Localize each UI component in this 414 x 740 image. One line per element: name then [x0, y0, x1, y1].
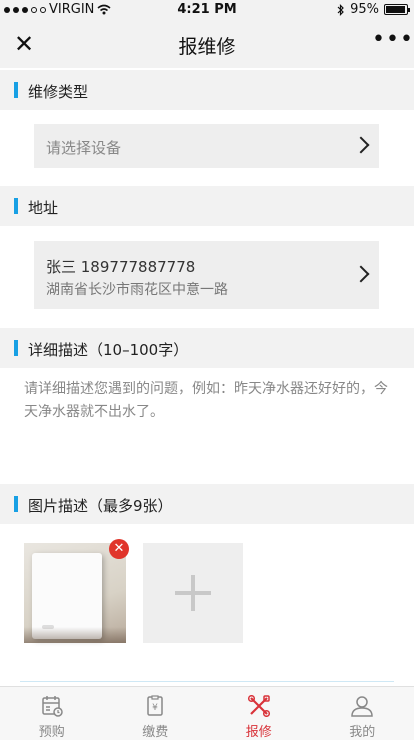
- nav-bar: ✕ 报维修 •••: [0, 20, 414, 68]
- bluetooth-icon: [337, 3, 344, 16]
- tab-label: 预购: [38, 725, 65, 740]
- description-textarea[interactable]: 请详细描述您遇到的问题，例如：昨天净水器还好好的，今天净水器就不出水了。: [24, 378, 394, 424]
- status-right-group: 95%: [337, 2, 410, 17]
- address-select[interactable]: 张三 189777887778 湖南省长沙市雨花区中意一路: [34, 241, 379, 309]
- section-address: 地址: [0, 186, 414, 226]
- device-select[interactable]: 请选择设备: [34, 124, 379, 168]
- status-bar: VIRGIN 4:21 PM 95%: [0, 0, 414, 20]
- svg-text:¥: ¥: [152, 703, 158, 713]
- tab-label: 报修: [245, 725, 272, 740]
- remove-photo-button[interactable]: ✕: [109, 539, 129, 559]
- page-title: 报维修: [178, 36, 236, 58]
- add-photo-button[interactable]: [143, 543, 243, 643]
- address-detail: 湖南省长沙市雨花区中意一路: [46, 282, 228, 298]
- receipt-yen-icon: ¥: [147, 695, 163, 716]
- tab-preorder[interactable]: 预购: [0, 687, 104, 740]
- chevron-right-icon: [352, 265, 370, 283]
- section-accent-bar: [14, 198, 18, 214]
- section-repair-type: 维修类型: [0, 70, 414, 110]
- section-description: 详细描述（10–100字）: [0, 328, 414, 368]
- section-title: 图片描述（最多9张）: [28, 497, 173, 515]
- tab-label: 我的: [349, 725, 376, 740]
- section-title: 维修类型: [28, 83, 89, 101]
- user-icon: [351, 696, 374, 717]
- divider: [20, 681, 394, 682]
- photo-shadow: [24, 627, 126, 643]
- tab-bar: 预购 ¥ 缴费 报修 我的: [0, 686, 414, 740]
- section-title: 地址: [28, 199, 59, 217]
- device-select-placeholder: 请选择设备: [46, 139, 122, 157]
- section-photos: 图片描述（最多9张）: [0, 484, 414, 524]
- address-name-phone: 张三 189777887778: [46, 258, 196, 276]
- calendar-icon: [42, 696, 63, 717]
- section-accent-bar: [14, 82, 18, 98]
- tab-label: 缴费: [142, 725, 169, 740]
- section-accent-bar: [14, 340, 18, 356]
- tab-payment[interactable]: ¥ 缴费: [104, 687, 208, 740]
- tools-icon: [247, 695, 270, 717]
- more-icon[interactable]: •••: [372, 28, 413, 56]
- section-accent-bar: [14, 496, 18, 512]
- battery-icon: [384, 4, 410, 15]
- section-title: 详细描述（10–100字）: [28, 341, 189, 359]
- tab-repair[interactable]: 报修: [207, 687, 311, 740]
- tab-me[interactable]: 我的: [311, 687, 414, 740]
- chevron-right-icon: [352, 136, 370, 154]
- battery-percent: 95%: [350, 2, 379, 17]
- photo-thumbnail[interactable]: [24, 543, 126, 643]
